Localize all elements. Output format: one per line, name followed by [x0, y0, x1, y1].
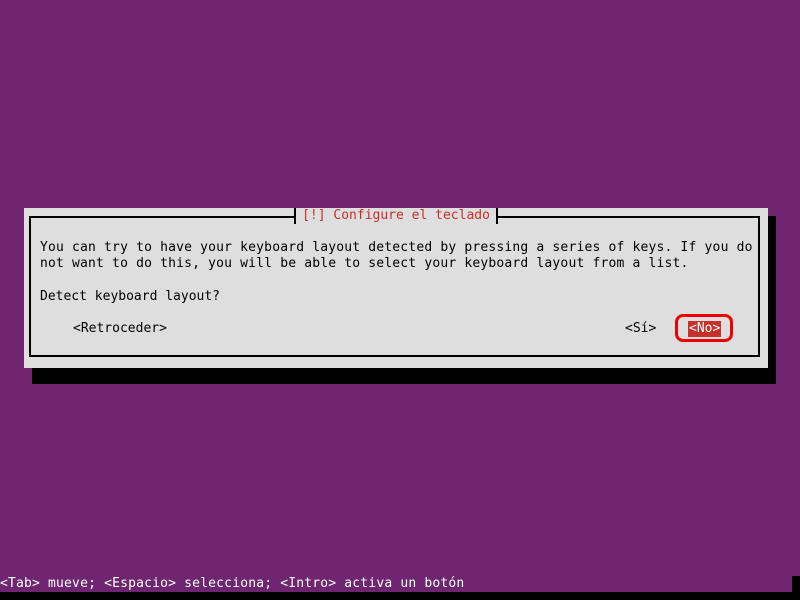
message-line: You can try to have your keyboard layout…	[40, 240, 753, 255]
dialog-title-bar: [!] Configure el teclado	[24, 208, 768, 224]
dialog-title: [!] Configure el teclado	[294, 208, 498, 224]
keyboard-config-dialog: [!] Configure el teclado You can try to …	[24, 208, 768, 368]
cursor-block	[792, 576, 800, 592]
yes-button[interactable]: <Sí>	[625, 321, 656, 337]
dialog-question: Detect keyboard layout?	[40, 289, 221, 304]
no-button[interactable]: <No>	[688, 321, 722, 337]
message-line: not want to do this, you will be able to…	[40, 256, 689, 271]
dialog-message: You can try to have your keyboard layout…	[40, 240, 760, 272]
back-button[interactable]: <Retroceder>	[73, 321, 167, 337]
bottom-bar	[0, 592, 800, 600]
status-bar-hint: <Tab> mueve; <Espacio> selecciona; <Intr…	[0, 576, 465, 591]
